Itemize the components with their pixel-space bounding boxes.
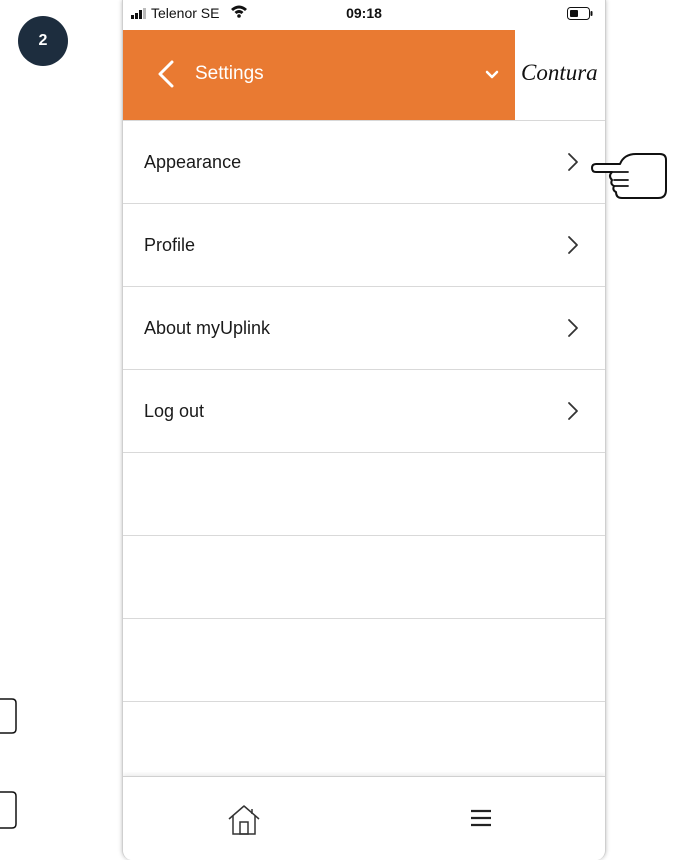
status-bar: Telenor SE 09:18 (123, 0, 605, 30)
settings-item-label: Profile (144, 234, 196, 255)
step-number-badge: 2 (18, 16, 68, 66)
settings-item-label: Appearance (144, 151, 242, 172)
empty-list-row (123, 619, 605, 702)
settings-item-appearance[interactable]: Appearance (123, 121, 605, 204)
chevron-right-icon (568, 236, 578, 254)
chevron-right-icon (568, 153, 578, 171)
chevron-right-icon (568, 319, 578, 337)
pointing-hand-fragment-icon (0, 698, 17, 734)
hamburger-menu-icon[interactable] (470, 809, 492, 827)
settings-item-profile[interactable]: Profile (123, 204, 605, 287)
chevron-left-icon[interactable] (157, 60, 175, 88)
settings-item-label: Log out (144, 400, 205, 421)
page-title: Settings (195, 63, 264, 84)
bottom-tab-bar (123, 776, 605, 860)
empty-list-row (123, 453, 605, 536)
battery-icon (567, 7, 593, 20)
empty-list-row (123, 536, 605, 619)
phone-screen: Telenor SE 09:18 Settings Contura Appear… (122, 0, 606, 860)
chevron-right-icon (568, 402, 578, 420)
settings-item-label: About myUplink (144, 317, 271, 338)
status-time: 09:18 (346, 5, 382, 21)
brand-logo: Contura (521, 60, 598, 85)
home-icon[interactable] (226, 804, 262, 836)
settings-item-log-out[interactable]: Log out (123, 370, 605, 453)
header-title-bar: Settings (123, 30, 515, 120)
app-header: Settings Contura (123, 30, 605, 121)
settings-item-about[interactable]: About myUplink (123, 287, 605, 370)
pointing-hand-icon (591, 153, 667, 199)
settings-list: Appearance Profile About myUplink Log ou… (123, 121, 605, 702)
pointing-hand-fragment-icon (0, 791, 17, 829)
chevron-down-icon[interactable] (485, 70, 499, 80)
